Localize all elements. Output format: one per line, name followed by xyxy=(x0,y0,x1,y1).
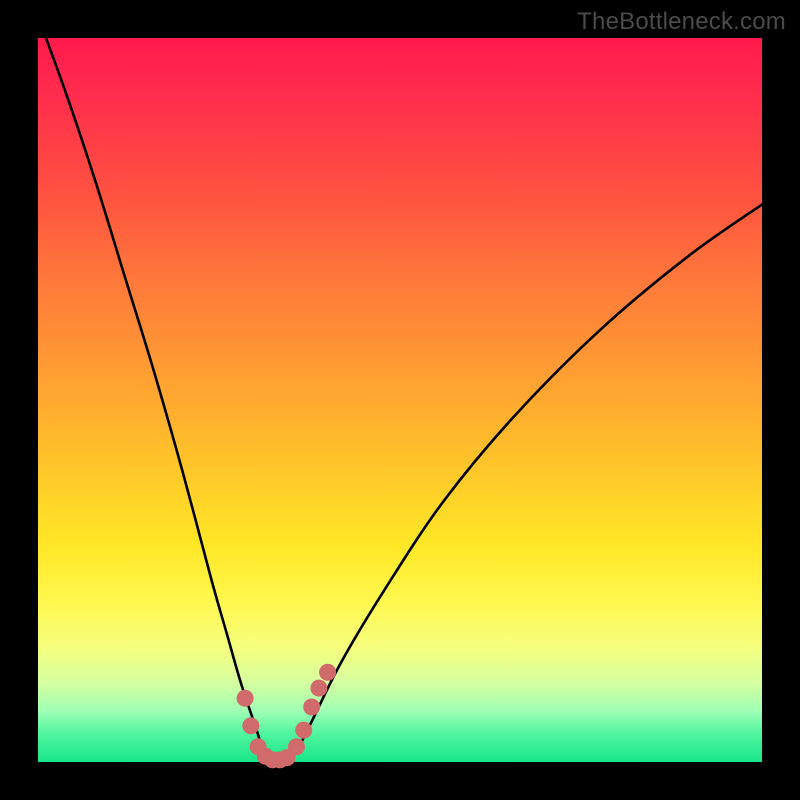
highlight-dot xyxy=(319,664,336,681)
plot-area xyxy=(38,38,762,762)
highlight-dot xyxy=(303,698,320,715)
highlight-dot xyxy=(310,680,327,697)
highlight-dot xyxy=(237,690,254,707)
chart-frame: TheBottleneck.com xyxy=(0,0,800,800)
curve-path xyxy=(38,16,762,762)
bottleneck-curve xyxy=(38,38,762,762)
watermark-text: TheBottleneck.com xyxy=(577,8,786,36)
highlight-dot xyxy=(295,722,312,739)
highlight-dot xyxy=(242,717,259,734)
highlight-dot xyxy=(288,738,305,755)
